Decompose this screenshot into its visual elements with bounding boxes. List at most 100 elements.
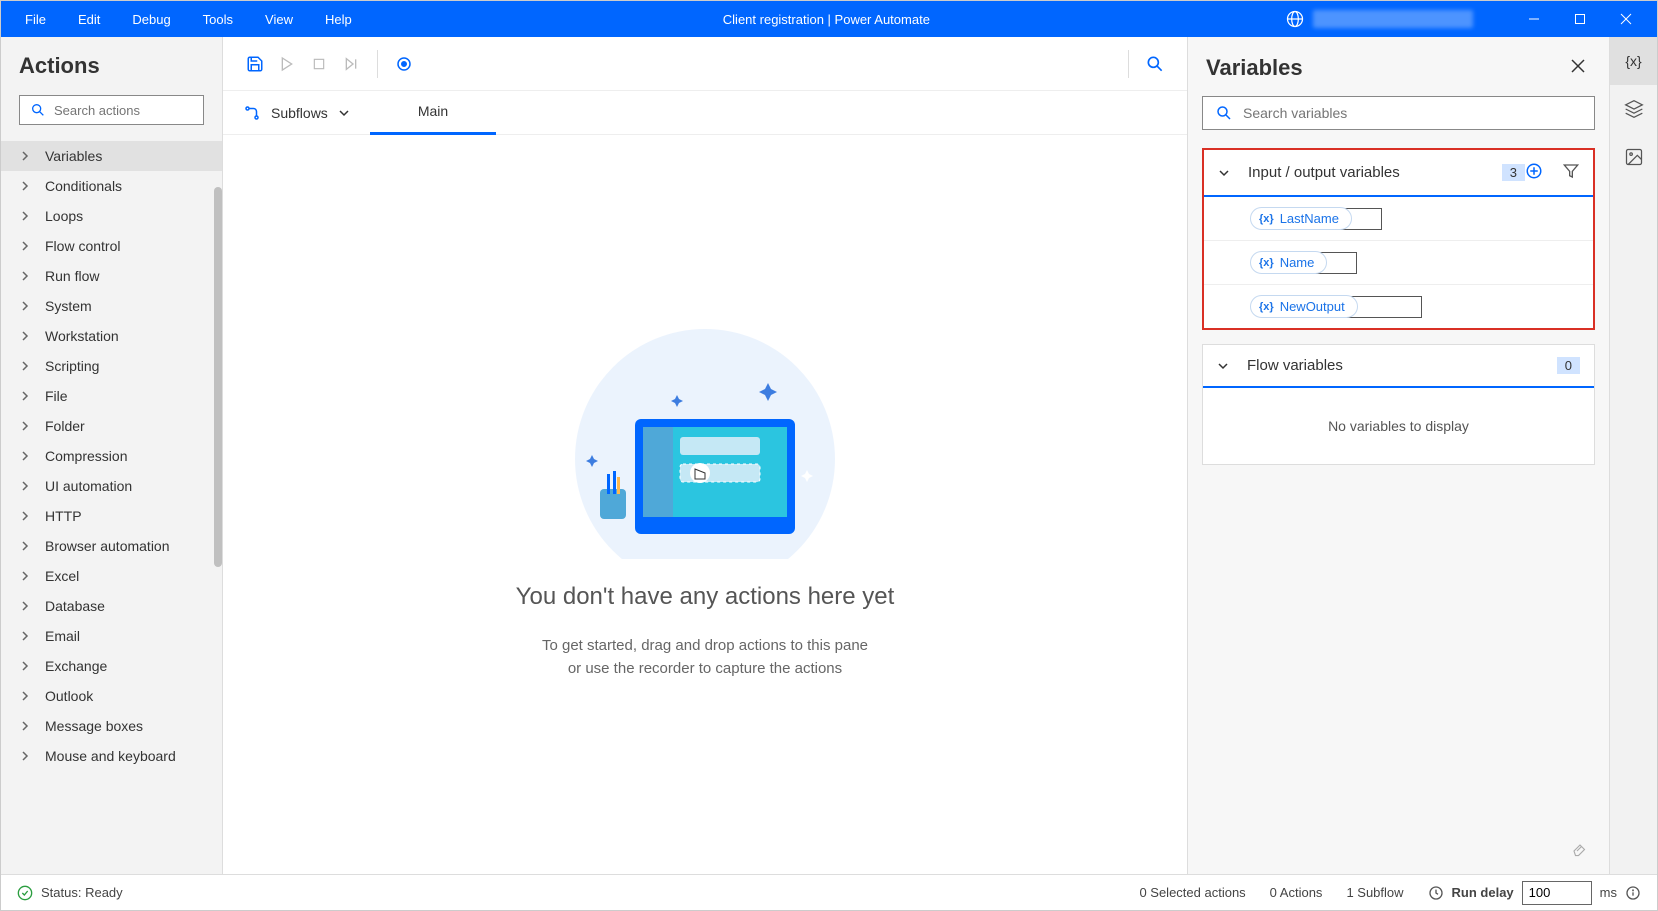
- status-left: Status: Ready: [17, 885, 123, 901]
- action-item-mouse-keyboard[interactable]: Mouse and keyboard: [1, 741, 222, 771]
- action-item-folder[interactable]: Folder: [1, 411, 222, 441]
- subflows-count: 1 Subflow: [1346, 885, 1403, 900]
- run-button[interactable]: [271, 48, 303, 80]
- actions-search-box[interactable]: [19, 95, 204, 125]
- action-item-label: Flow control: [45, 238, 120, 254]
- search-button[interactable]: [1139, 48, 1171, 80]
- variable-row[interactable]: {x}LastName: [1204, 197, 1593, 241]
- action-item-exchange[interactable]: Exchange: [1, 651, 222, 681]
- variable-row[interactable]: {x}NewOutput: [1204, 285, 1593, 328]
- account-blur: [1313, 10, 1473, 28]
- variable-chip-newoutput[interactable]: {x}NewOutput: [1250, 295, 1358, 318]
- io-section-title: Input / output variables: [1248, 164, 1492, 181]
- canvas[interactable]: You don't have any actions here yet To g…: [223, 135, 1187, 874]
- info-icon[interactable]: [1625, 885, 1641, 901]
- maximize-button[interactable]: [1557, 1, 1603, 37]
- action-item-ui-automation[interactable]: UI automation: [1, 471, 222, 501]
- chevron-right-icon: [19, 420, 31, 432]
- chevron-down-icon: [1218, 167, 1230, 179]
- rightbar-layers[interactable]: [1610, 85, 1658, 133]
- variable-chip-name[interactable]: {x}Name: [1250, 251, 1327, 274]
- flow-variables-section: Flow variables 0 No variables to display: [1202, 344, 1595, 465]
- chevron-right-icon: [19, 510, 31, 522]
- action-item-outlook[interactable]: Outlook: [1, 681, 222, 711]
- variable-row[interactable]: {x}Name: [1204, 241, 1593, 285]
- variable-icon: {x}: [1259, 213, 1274, 225]
- variables-search-box[interactable]: [1202, 96, 1595, 130]
- action-item-system[interactable]: System: [1, 291, 222, 321]
- toolbar-separator: [1128, 50, 1129, 78]
- add-variable-button[interactable]: [1525, 162, 1543, 183]
- action-item-label: Mouse and keyboard: [45, 748, 176, 764]
- subflows-dropdown[interactable]: Subflows: [223, 104, 370, 122]
- variables-title: Variables: [1206, 55, 1303, 81]
- no-variables-text: No variables to display: [1203, 388, 1594, 464]
- empty-subtitle: To get started, drag and drop actions to…: [542, 635, 868, 680]
- search-icon: [1215, 104, 1233, 122]
- clock-icon: [1428, 885, 1444, 901]
- flow-count-badge: 0: [1557, 357, 1580, 374]
- stop-button[interactable]: [303, 48, 335, 80]
- filter-button[interactable]: [1563, 163, 1579, 182]
- actions-search-input[interactable]: [54, 103, 230, 118]
- chevron-right-icon: [19, 300, 31, 312]
- chevron-right-icon: [19, 360, 31, 372]
- close-variables-button[interactable]: [1565, 53, 1591, 82]
- close-button[interactable]: [1603, 1, 1649, 37]
- variables-search-input[interactable]: [1243, 105, 1582, 121]
- main-body: Actions Variables Conditionals Loops Flo…: [1, 37, 1657, 874]
- action-item-label: Run flow: [45, 268, 99, 284]
- flow-variables-header[interactable]: Flow variables 0: [1203, 345, 1594, 388]
- action-item-label: Loops: [45, 208, 83, 224]
- action-item-browser-automation[interactable]: Browser automation: [1, 531, 222, 561]
- scrollbar[interactable]: [214, 187, 222, 567]
- record-button[interactable]: [388, 48, 420, 80]
- menu-debug[interactable]: Debug: [116, 6, 186, 33]
- actions-header: Actions: [1, 37, 222, 91]
- action-item-database[interactable]: Database: [1, 591, 222, 621]
- flow-section-title: Flow variables: [1247, 357, 1547, 374]
- action-item-label: Scripting: [45, 358, 99, 374]
- action-item-message-boxes[interactable]: Message boxes: [1, 711, 222, 741]
- menu-edit[interactable]: Edit: [62, 6, 116, 33]
- action-item-variables[interactable]: Variables: [1, 141, 222, 171]
- action-list[interactable]: Variables Conditionals Loops Flow contro…: [1, 135, 222, 874]
- menu-file[interactable]: File: [9, 6, 62, 33]
- chevron-right-icon: [19, 660, 31, 672]
- action-item-run-flow[interactable]: Run flow: [1, 261, 222, 291]
- variable-chip-lastname[interactable]: {x}LastName: [1250, 207, 1352, 230]
- chevron-down-icon: [1217, 360, 1229, 372]
- right-sidebar: {x}: [1609, 37, 1657, 874]
- action-item-http[interactable]: HTTP: [1, 501, 222, 531]
- minimize-button[interactable]: [1511, 1, 1557, 37]
- menu-view[interactable]: View: [249, 6, 309, 33]
- window-controls: [1511, 1, 1649, 37]
- action-item-compression[interactable]: Compression: [1, 441, 222, 471]
- rightbar-variables[interactable]: {x}: [1610, 37, 1658, 85]
- action-item-email[interactable]: Email: [1, 621, 222, 651]
- action-item-excel[interactable]: Excel: [1, 561, 222, 591]
- action-item-file[interactable]: File: [1, 381, 222, 411]
- save-button[interactable]: [239, 48, 271, 80]
- run-delay-input[interactable]: [1522, 881, 1592, 905]
- io-variables-header[interactable]: Input / output variables 3: [1204, 150, 1593, 197]
- tab-main[interactable]: Main: [370, 91, 496, 135]
- chevron-right-icon: [19, 210, 31, 222]
- action-item-label: Workstation: [45, 328, 119, 344]
- action-item-loops[interactable]: Loops: [1, 201, 222, 231]
- menu-tools[interactable]: Tools: [187, 6, 249, 33]
- action-item-conditionals[interactable]: Conditionals: [1, 171, 222, 201]
- menu-help[interactable]: Help: [309, 6, 368, 33]
- variable-icon: {x}: [1259, 301, 1274, 313]
- action-item-flow-control[interactable]: Flow control: [1, 231, 222, 261]
- chevron-right-icon: [19, 720, 31, 732]
- rightbar-images[interactable]: [1610, 133, 1658, 181]
- action-item-workstation[interactable]: Workstation: [1, 321, 222, 351]
- chevron-down-icon: [338, 107, 350, 119]
- action-item-label: Excel: [45, 568, 79, 584]
- eraser-icon[interactable]: [1571, 839, 1589, 860]
- actions-panel: Actions Variables Conditionals Loops Flo…: [1, 37, 223, 874]
- action-item-scripting[interactable]: Scripting: [1, 351, 222, 381]
- step-button[interactable]: [335, 48, 367, 80]
- editor-panel: Subflows Main: [223, 37, 1187, 874]
